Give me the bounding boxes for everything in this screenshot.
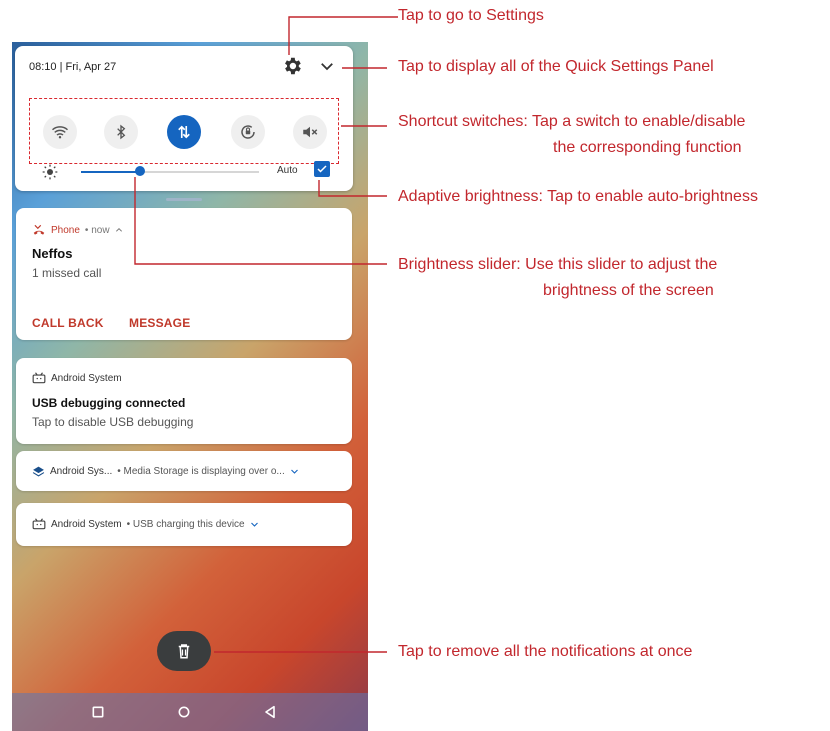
callout-slider-line1: Brightness slider: Use this slider to ad… <box>398 256 718 273</box>
callout-shortcut-line1: Shortcut switches: Tap a switch to enabl… <box>398 113 746 130</box>
callout-adaptive: Adaptive brightness: Tap to enable auto-… <box>398 188 758 205</box>
callout-shortcut-line2: the corresponding function <box>553 139 742 156</box>
callout-remove-all: Tap to remove all the notifications at o… <box>398 643 693 660</box>
callout-expand: Tap to display all of the Quick Settings… <box>398 58 714 75</box>
callout-slider-line2: brightness of the screen <box>543 282 714 299</box>
callout-settings: Tap to go to Settings <box>398 7 544 24</box>
callout-lines <box>134 16 398 653</box>
